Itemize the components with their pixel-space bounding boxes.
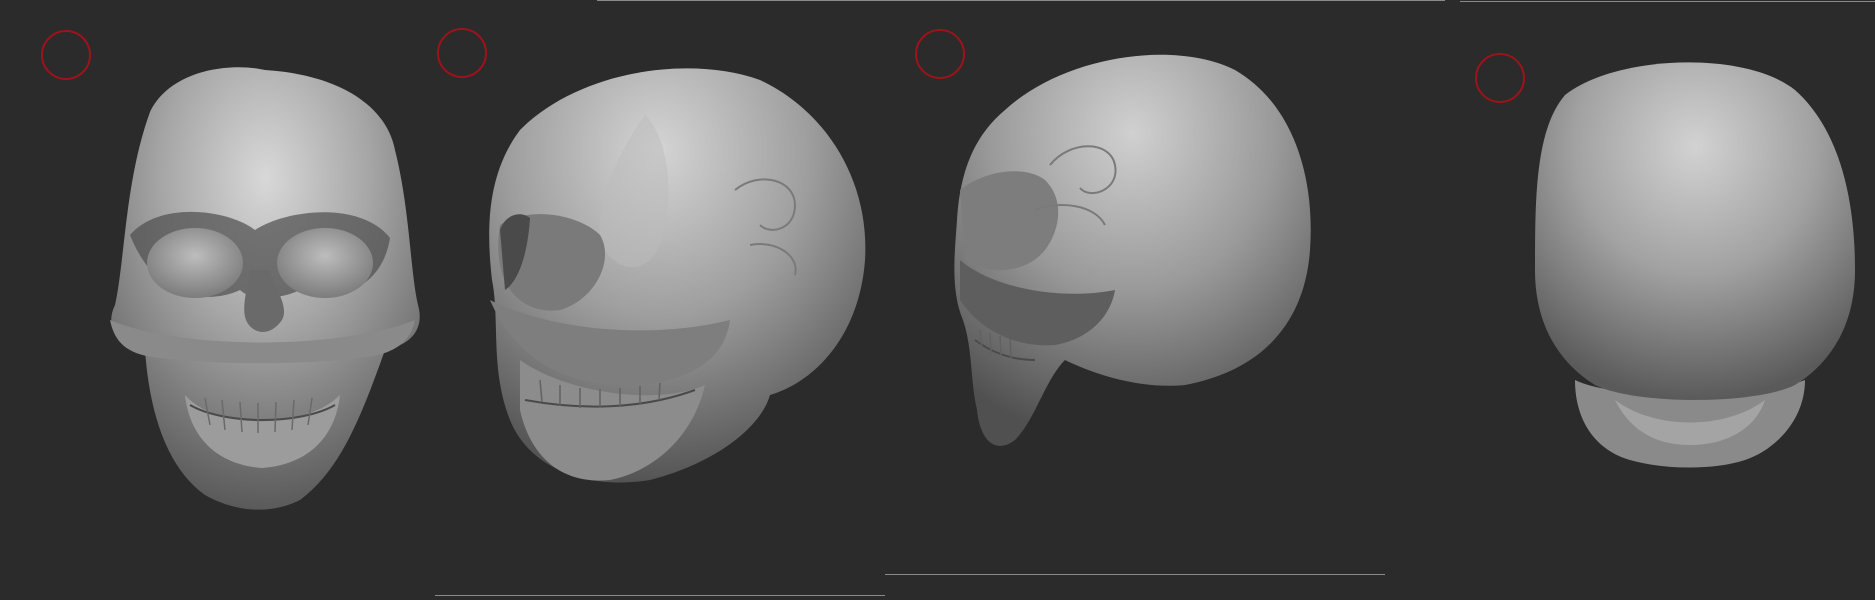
- right-eye-socket: [277, 228, 373, 298]
- skull-back-render[interactable]: [1385, 0, 1875, 600]
- viewport-back[interactable]: [1385, 0, 1875, 600]
- skull-side-render[interactable]: [885, 0, 1385, 600]
- view-orientation-icon[interactable]: [41, 30, 91, 80]
- skull-cranium-back: [1535, 62, 1855, 400]
- viewport-three-quarter[interactable]: [430, 0, 885, 600]
- viewport-side[interactable]: [885, 0, 1385, 600]
- sculpt-viewport-strip: [0, 0, 1875, 600]
- skull-front-render[interactable]: [0, 0, 430, 600]
- viewport-front[interactable]: [0, 0, 430, 600]
- skull-three-quarter-render[interactable]: [430, 0, 885, 600]
- view-orientation-icon[interactable]: [1475, 53, 1525, 103]
- view-orientation-icon[interactable]: [915, 29, 965, 79]
- view-orientation-icon[interactable]: [437, 28, 487, 78]
- left-eye-socket: [147, 228, 243, 298]
